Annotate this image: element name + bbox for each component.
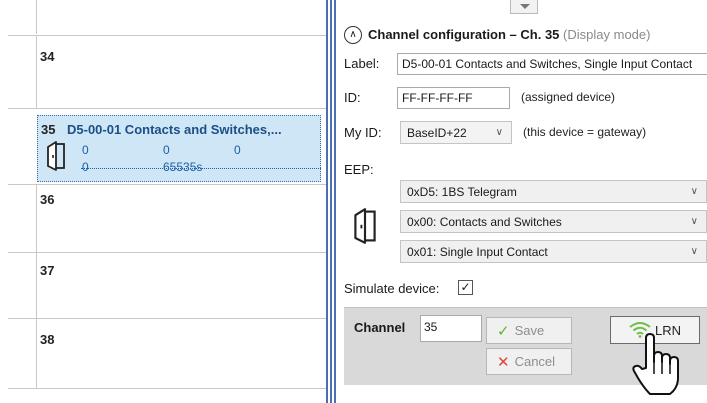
cancel-button[interactable]: ✕ Cancel bbox=[486, 348, 572, 375]
chevron-down-icon: ∨ bbox=[690, 216, 698, 227]
eep-rorg-value: 0xD5: 1BS Telegram bbox=[407, 185, 517, 199]
channel-value: 0 bbox=[163, 143, 170, 157]
splitter-line bbox=[334, 0, 336, 403]
config-title: Channel configuration – Ch. 35 (Display … bbox=[368, 27, 650, 42]
save-button[interactable]: ✓ Save bbox=[486, 317, 572, 344]
channel-number: 35 bbox=[41, 122, 56, 137]
id-input[interactable]: FF-FF-FF-FF bbox=[397, 87, 510, 109]
scroll-up-button[interactable] bbox=[510, 0, 538, 14]
id-caption: ID: bbox=[344, 90, 361, 105]
label-input[interactable]: D5-00-01 Contacts and Switches, Single I… bbox=[397, 53, 707, 75]
x-icon: ✕ bbox=[497, 353, 510, 371]
door-contact-icon bbox=[47, 141, 65, 171]
channel-cell-34[interactable]: 34 bbox=[36, 36, 326, 95]
eep-rorg-select[interactable]: 0xD5: 1BS Telegram ∨ bbox=[400, 180, 707, 203]
channel-cell-38[interactable]: 38 bbox=[36, 319, 326, 378]
eep-func-value: 0x00: Contacts and Switches bbox=[407, 215, 562, 229]
save-label: Save bbox=[514, 323, 545, 338]
eep-type-select[interactable]: 0x01: Single Input Contact ∨ bbox=[400, 240, 707, 263]
checkmark-icon: ✓ bbox=[497, 322, 510, 340]
simulate-checkbox[interactable]: ✓ bbox=[458, 280, 473, 295]
splitter-line bbox=[326, 0, 328, 403]
channel-value: 0 bbox=[82, 160, 89, 174]
myid-value: BaseID+22 bbox=[407, 126, 467, 140]
channel-number: 37 bbox=[40, 263, 55, 278]
channel-number: 34 bbox=[40, 49, 55, 64]
channel-number: 38 bbox=[40, 332, 55, 347]
chevron-down-icon: ∨ bbox=[690, 246, 698, 257]
display-mode-label: (Display mode) bbox=[563, 27, 651, 42]
chevron-up-circle-icon[interactable]: ∧ bbox=[344, 26, 362, 44]
eep-type-value: 0x01: Single Input Contact bbox=[407, 245, 548, 259]
chevron-down-icon: ∨ bbox=[690, 186, 698, 197]
value-underline bbox=[81, 168, 321, 169]
label-caption: Label: bbox=[344, 56, 380, 71]
myid-caption: My ID: bbox=[344, 125, 382, 140]
channel-device-name: D5-00-01 Contacts and Switches,... bbox=[67, 122, 282, 137]
channel-number: 36 bbox=[40, 192, 55, 207]
panel-splitter[interactable] bbox=[326, 0, 338, 403]
channel-caption: Channel bbox=[354, 320, 406, 335]
eep-func-select[interactable]: 0x00: Contacts and Switches ∨ bbox=[400, 210, 707, 233]
myid-select[interactable]: BaseID+22 ∨ bbox=[400, 121, 512, 144]
door-contact-icon bbox=[354, 208, 376, 244]
row-divider bbox=[8, 388, 326, 389]
hand-pointer-icon bbox=[632, 333, 679, 395]
id-hint: (assigned device) bbox=[521, 90, 616, 104]
channel-value: 0 bbox=[82, 143, 89, 157]
splitter-line bbox=[330, 0, 332, 403]
myid-hint: (this device = gateway) bbox=[523, 125, 647, 139]
eep-caption: EEP: bbox=[344, 162, 374, 177]
channel-number-input[interactable]: 35 bbox=[420, 315, 482, 342]
channel-cell-36[interactable]: 36 bbox=[36, 185, 326, 244]
channel-cell-35-selected[interactable]: 35 D5-00-01 Contacts and Switches,... 0 … bbox=[37, 115, 321, 182]
channel-value: 0 bbox=[234, 143, 241, 157]
channel-timer-value: 65535s bbox=[163, 160, 203, 174]
cancel-label: Cancel bbox=[514, 354, 556, 369]
channel-cell-37[interactable]: 37 bbox=[36, 253, 326, 312]
channel-list: 34 35 D5-00-01 Contacts and Switches,...… bbox=[0, 0, 326, 403]
chevron-down-icon: ∨ bbox=[495, 127, 503, 138]
simulate-caption: Simulate device: bbox=[344, 281, 440, 296]
row-divider bbox=[8, 108, 326, 109]
column-divider bbox=[36, 0, 37, 34]
config-title-text: Channel configuration – Ch. 35 bbox=[368, 27, 560, 42]
